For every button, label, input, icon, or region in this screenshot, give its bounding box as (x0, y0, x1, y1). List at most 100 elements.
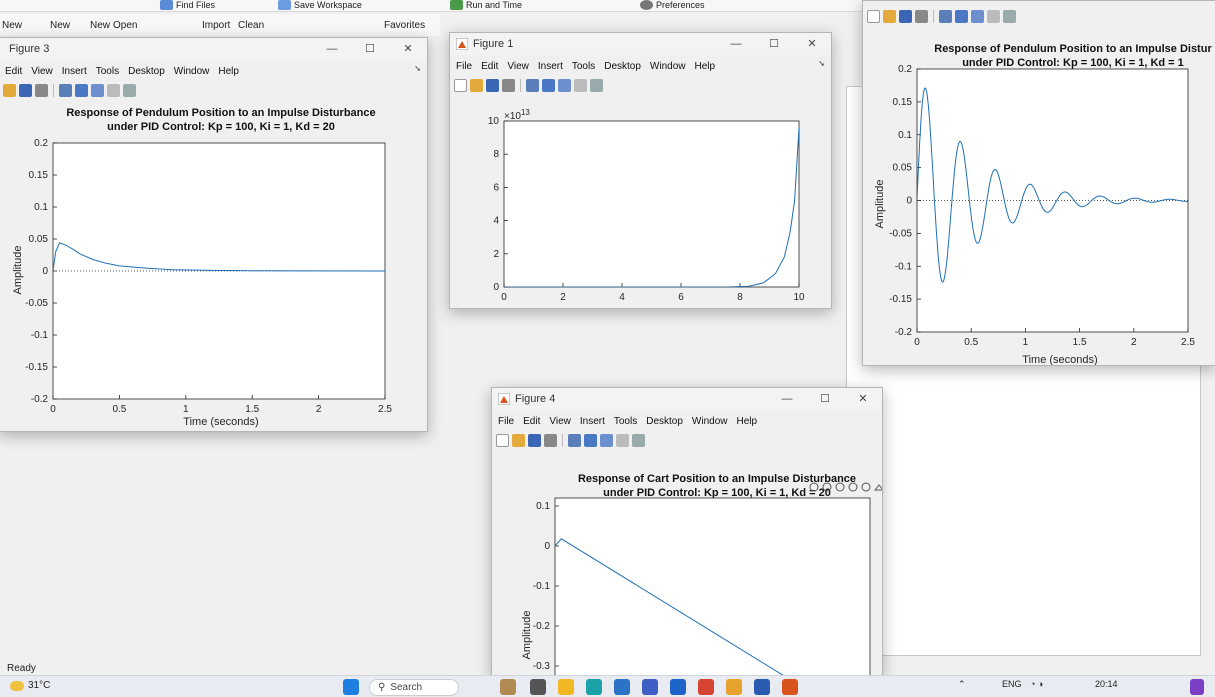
run-and-time-button[interactable]: Run and Time (450, 0, 522, 10)
store-icon[interactable] (614, 679, 630, 695)
wifi-icon[interactable]: ◔ ◑ (1030, 679, 1043, 689)
figure-1-titlebar[interactable]: Figure 1 — ☐ ✕ (450, 33, 831, 55)
minimize-button[interactable]: — (768, 388, 806, 410)
link-plot-icon[interactable] (568, 433, 581, 447)
edge-icon[interactable] (586, 679, 602, 695)
windows-start-icon[interactable] (343, 679, 359, 695)
minimize-button[interactable]: — (313, 38, 351, 60)
menu-desktop[interactable]: Desktop (604, 61, 641, 72)
maximize-button[interactable]: ☐ (806, 388, 844, 410)
open-file-icon[interactable] (512, 433, 525, 447)
link-plot-icon[interactable] (59, 83, 72, 97)
menu-insert[interactable]: Insert (538, 61, 563, 72)
home-icon[interactable] (873, 484, 883, 491)
colorbar-icon[interactable] (584, 433, 597, 447)
menu-window[interactable]: Window (650, 61, 686, 72)
colorbar-icon[interactable] (955, 9, 968, 23)
menu-file[interactable]: File (498, 416, 514, 427)
menu-overflow-icon[interactable]: ➘ (414, 64, 421, 73)
pointer-icon[interactable] (987, 9, 1000, 23)
close-button[interactable]: ✕ (844, 388, 882, 410)
figure-3-titlebar[interactable]: Figure 3 — ☐ ✕ (0, 38, 427, 60)
menu-window[interactable]: Window (692, 416, 728, 427)
menu-help[interactable]: Help (218, 66, 239, 77)
save-icon[interactable] (19, 83, 32, 97)
menu-desktop[interactable]: Desktop (646, 416, 683, 427)
pointer-icon[interactable] (616, 433, 629, 447)
open-file-icon[interactable] (883, 9, 896, 23)
property-editor-icon[interactable] (590, 78, 603, 92)
new-button-1[interactable]: New (2, 20, 22, 31)
save-icon[interactable] (486, 78, 499, 92)
find-files-button[interactable]: Find Files (160, 0, 215, 10)
gmail-icon[interactable] (698, 679, 714, 695)
print-icon[interactable] (915, 9, 928, 23)
preferences-button[interactable]: Preferences (640, 0, 705, 10)
maximize-button[interactable]: ☐ (351, 38, 389, 60)
tray-chevron-icon[interactable]: ⌃ (958, 679, 966, 690)
link-plot-icon[interactable] (939, 9, 952, 23)
save-icon[interactable] (528, 433, 541, 447)
menu-insert[interactable]: Insert (580, 416, 605, 427)
open-button[interactable]: Open (113, 20, 137, 31)
property-editor-icon[interactable] (123, 83, 136, 97)
property-editor-icon[interactable] (1003, 9, 1016, 23)
matlab-icon[interactable] (782, 679, 798, 695)
language-indicator[interactable]: ENG (1002, 679, 1022, 689)
new-figure-icon[interactable] (454, 78, 467, 92)
task-view-icon[interactable] (530, 679, 546, 695)
menu-window[interactable]: Window (174, 66, 210, 77)
figure-3-window[interactable]: Figure 3 — ☐ ✕ Edit View Insert Tools De… (0, 37, 428, 432)
open-file-icon[interactable] (3, 83, 16, 97)
legend-icon[interactable] (91, 83, 104, 97)
menu-view[interactable]: View (31, 66, 53, 77)
zoom-out-icon[interactable] (861, 482, 871, 492)
new-button-3[interactable]: New (90, 20, 110, 31)
property-editor-icon[interactable] (632, 433, 645, 447)
colorbar-icon[interactable] (542, 78, 555, 92)
taskbar-search[interactable]: ⚲ Search (369, 679, 459, 696)
legend-icon[interactable] (971, 9, 984, 23)
close-button[interactable]: ✕ (389, 38, 427, 60)
figure-2-plot-area[interactable]: Response of Pendulum Position to an Impu… (863, 29, 1215, 365)
close-button[interactable]: ✕ (793, 33, 831, 55)
menu-help[interactable]: Help (695, 61, 716, 72)
pointer-icon[interactable] (574, 78, 587, 92)
save-workspace-button[interactable]: Save Workspace (278, 0, 362, 10)
figure-3-plot-area[interactable]: Response of Pendulum Position to an Impu… (0, 100, 427, 431)
menu-tools[interactable]: Tools (572, 61, 595, 72)
figure-2-window[interactable]: Response of Pendulum Position to an Impu… (862, 0, 1215, 366)
maximize-button[interactable]: ☐ (755, 33, 793, 55)
legend-icon[interactable] (558, 78, 571, 92)
figure-1-window[interactable]: Figure 1 — ☐ ✕ File Edit View Insert Too… (449, 32, 832, 309)
print-icon[interactable] (502, 78, 515, 92)
menu-overflow-icon[interactable]: ➘ (818, 59, 825, 68)
clean-button[interactable]: Clean (238, 20, 264, 31)
save-icon[interactable] (899, 9, 912, 23)
colorbar-icon[interactable] (75, 83, 88, 97)
pointer-icon[interactable] (107, 83, 120, 97)
menu-tools[interactable]: Tools (614, 416, 637, 427)
menu-insert[interactable]: Insert (62, 66, 87, 77)
outlook-icon[interactable] (670, 679, 686, 695)
chrome-icon[interactable] (726, 679, 742, 695)
menu-desktop[interactable]: Desktop (128, 66, 165, 77)
teams-icon[interactable] (642, 679, 658, 695)
figure-4-plot-area[interactable]: Response of Cart Position to an Impulse … (492, 450, 883, 676)
menu-view[interactable]: View (507, 61, 529, 72)
open-file-icon[interactable] (470, 78, 483, 92)
print-icon[interactable] (35, 83, 48, 97)
import-button[interactable]: Import (202, 20, 230, 31)
widgets-icon[interactable] (500, 679, 516, 695)
link-plot-icon[interactable] (526, 78, 539, 92)
legend-icon[interactable] (600, 433, 613, 447)
menu-file[interactable]: File (456, 61, 472, 72)
weather-widget[interactable]: 31°C (10, 680, 50, 691)
menu-edit[interactable]: Edit (5, 66, 22, 77)
print-icon[interactable] (544, 433, 557, 447)
new-figure-icon[interactable] (496, 433, 509, 447)
word-icon[interactable] (754, 679, 770, 695)
new-figure-icon[interactable] (867, 9, 880, 23)
figure-1-plot-area[interactable]: ×1013 0 2 4 6 8 10 0 2 4 6 8 10 (450, 95, 831, 308)
favorites-button[interactable]: Favorites (384, 20, 425, 31)
